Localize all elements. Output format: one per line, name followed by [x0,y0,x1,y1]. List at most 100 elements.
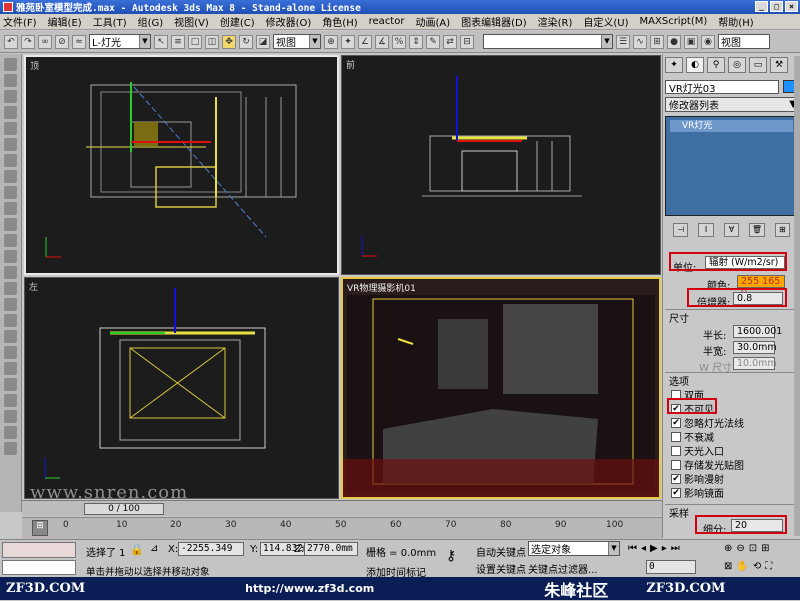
viewport-nav-controls-2[interactable]: ⊠✋⟲⛶ [724,561,776,572]
tool-icon[interactable] [4,170,17,183]
angle-snap-icon[interactable]: ∡ [375,34,389,49]
key-filters-button[interactable]: 关键点过滤器... [528,561,598,576]
tool-icon[interactable] [4,122,17,135]
reference-coord-dropdown[interactable]: 视图 ▼ [273,34,321,49]
tool-icon[interactable] [4,314,17,327]
percent-snap-icon[interactable]: % [392,34,406,49]
menu-create[interactable]: 创建(C) [220,14,255,29]
time-slider-track[interactable]: 0 / 100 [22,500,662,516]
viewport-nav-controls[interactable]: ⊕⊖⊡⊞ [724,543,774,554]
tool-icon[interactable] [4,330,17,343]
create-tab-icon[interactable]: ✦ [665,57,683,73]
viewport-label[interactable]: VR物理摄影机01 [347,281,416,294]
tool-icon[interactable] [4,154,17,167]
checkbox[interactable] [671,459,681,470]
time-slider[interactable]: 0 / 100 [84,503,164,515]
z-coordinate-field[interactable]: 2770.0mm [304,542,358,556]
tool-icon[interactable] [4,218,17,231]
absolute-mode-icon[interactable]: ⊿ [150,543,158,554]
menu-reactor[interactable]: reactor [369,16,405,27]
options-title[interactable]: 选项 [665,373,795,388]
schematic-view-icon[interactable]: ⊞ [650,34,664,49]
viewport-label[interactable]: 左 [29,280,38,293]
tool-icon[interactable] [4,74,17,87]
select-move-icon[interactable]: ✥ [222,34,236,49]
select-rotate-icon[interactable]: ↻ [239,34,253,49]
pin-stack-icon[interactable]: ⊣ [673,223,689,237]
tool-icon[interactable] [4,250,17,263]
motion-tab-icon[interactable]: ◎ [728,57,746,73]
key-icon[interactable]: ⚷ [446,548,456,564]
lock-icon[interactable]: 🔒 [130,543,144,556]
option-ignore-light-normals[interactable]: ✔ 忽略灯光法线 [671,415,744,430]
menu-modifiers[interactable]: 修改器(O) [266,14,312,29]
viewport-front[interactable]: 前 [341,55,661,275]
tool-icon[interactable] [4,90,17,103]
playback-controls[interactable]: ⏮◂▶▸⏭ [628,543,684,554]
footer-url[interactable]: http://www.zf3d.com [245,582,374,595]
checkbox[interactable] [671,445,681,456]
named-selection-icon[interactable]: ✎ [426,34,440,49]
option-no-decay[interactable]: 不衰减 [671,429,714,444]
select-manipulate-icon[interactable]: ✦ [341,34,355,49]
rectangle-select-icon[interactable]: □ [188,34,202,49]
select-by-name-icon[interactable]: ≡ [171,34,185,49]
stack-item[interactable]: VR灯光 [670,120,793,132]
viewport-camera[interactable]: VR物理摄影机01 [341,277,661,499]
make-unique-icon[interactable]: ∀ [723,223,740,237]
viewport-label[interactable]: 顶 [30,59,39,72]
select-scale-icon[interactable]: ◪ [256,34,270,49]
menu-character[interactable]: 角色(H) [322,14,357,29]
modify-tab-icon[interactable]: ◐ [686,57,704,73]
configure-modifier-sets-icon[interactable]: ⊞ [774,223,791,237]
option-affect-specular[interactable]: ✔ 影响镜面 [671,485,724,500]
menu-rendering[interactable]: 渲染(R) [538,14,573,29]
menu-customize[interactable]: 自定义(U) [583,14,628,29]
modifier-list-dropdown[interactable]: 修改器列表▼ [665,97,798,112]
window-crossing-icon[interactable]: ◫ [205,34,219,49]
selection-filter-dropdown[interactable]: L-灯光 ▼ [89,34,151,49]
layer-manager-icon[interactable]: ☰ [616,34,630,49]
viewport-label[interactable]: 前 [346,58,355,71]
tool-icon[interactable] [4,138,17,151]
current-frame-field[interactable]: 0 [646,560,696,574]
hierarchy-tab-icon[interactable]: ⚲ [707,57,725,73]
remove-modifier-icon[interactable]: 🗑 [749,223,765,237]
track-bar[interactable]: ⊞ 0 10 20 30 40 50 60 70 80 90 100 [22,517,662,539]
render-type-dropdown[interactable]: 视图 [718,34,770,49]
tool-icon[interactable] [4,394,17,407]
option-affect-diffuse[interactable]: ✔ 影响漫射 [671,471,724,486]
tool-icon[interactable] [4,410,17,423]
tool-icon[interactable] [4,426,17,439]
quick-render-icon[interactable]: ◉ [701,34,715,49]
x-coordinate-field[interactable]: -2255.349 [178,542,244,556]
maxscript-listener-mini[interactable] [2,542,76,558]
menu-views[interactable]: 视图(V) [174,14,209,29]
tool-icon[interactable] [4,202,17,215]
menu-edit[interactable]: 编辑(E) [48,14,82,29]
display-tab-icon[interactable]: ▭ [749,57,767,73]
menu-tools[interactable]: 工具(T) [93,14,127,29]
tool-icon[interactable] [4,442,17,455]
mirror-icon[interactable]: ⇄ [443,34,457,49]
set-key-button[interactable]: 设置关键点 [476,561,526,576]
light-color-swatch[interactable]: 255 165 0 [737,275,785,298]
key-filter-select[interactable]: 选定对象 ▼ [528,541,620,556]
checkbox[interactable]: ✔ [671,417,681,428]
pivot-center-icon[interactable]: ⊕ [324,34,338,49]
utilities-tab-icon[interactable]: ⚒ [770,57,788,73]
snap-toggle-icon[interactable]: ∠ [358,34,372,49]
menu-animation[interactable]: 动画(A) [415,14,450,29]
menu-group[interactable]: 组(G) [138,14,164,29]
tool-icon[interactable] [4,298,17,311]
close-button[interactable]: × [785,1,798,12]
align-icon[interactable]: ⊟ [460,34,474,49]
option-store-irradiance[interactable]: 存储发光贴图 [671,457,744,472]
auto-key-button[interactable]: 自动关键点 [476,544,526,559]
half-width-spinner[interactable]: 30.0mm [733,341,777,354]
tool-icon[interactable] [4,282,17,295]
show-end-result-icon[interactable]: Ⅰ [698,223,714,237]
link-icon[interactable]: ∞ [38,34,52,49]
key-mode-icon[interactable]: ⊞ [32,520,48,536]
size-title[interactable]: 尺寸 [665,310,795,325]
